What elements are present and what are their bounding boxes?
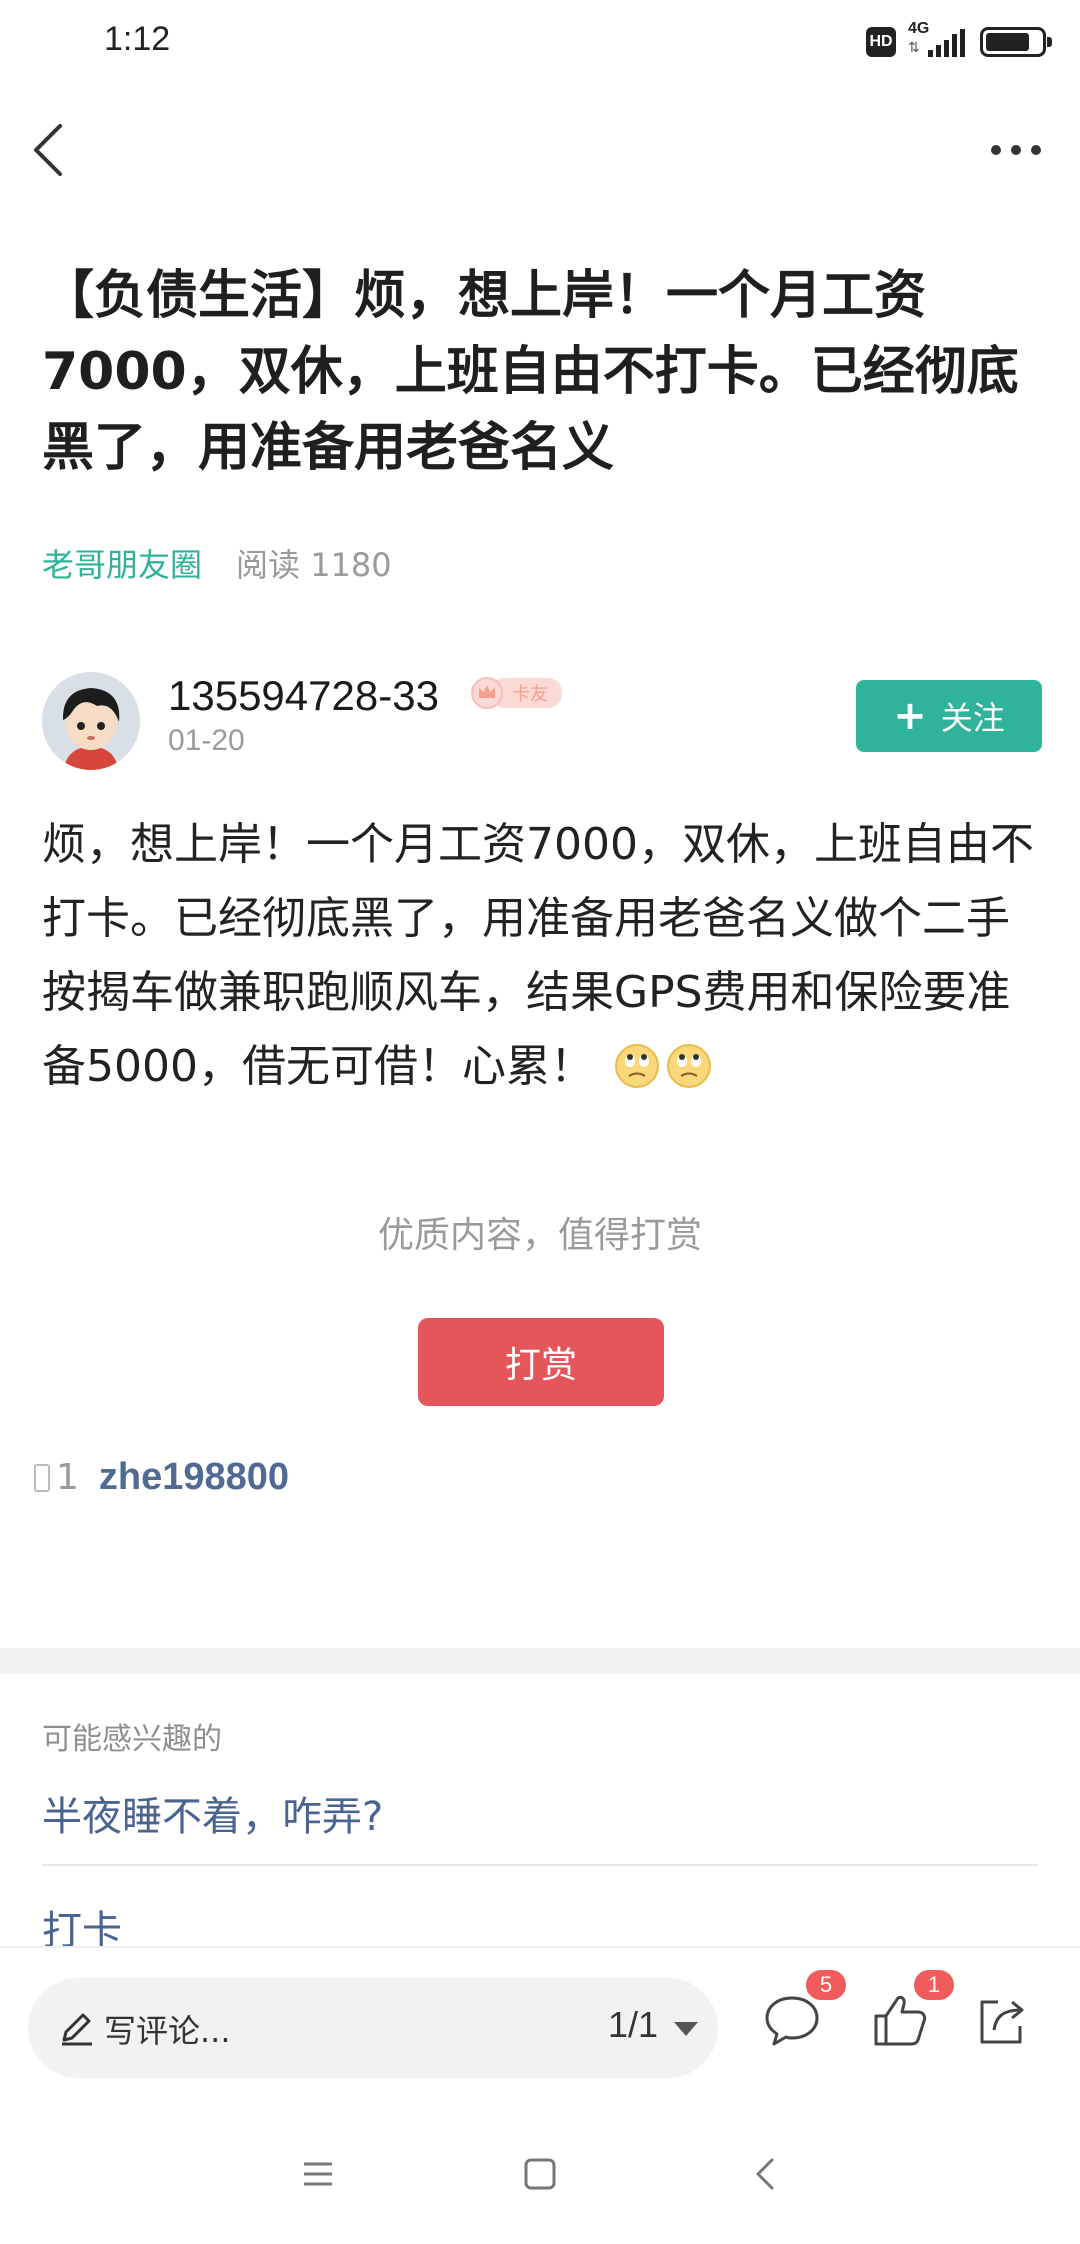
like-button[interactable]: 1	[870, 1970, 954, 2050]
related-item[interactable]: 半夜睡不着，咋弄?	[42, 1784, 1038, 1866]
comment-bubble-icon	[765, 1996, 819, 2046]
network-indicator: 4G ⇅	[908, 20, 968, 60]
reward-count: 1	[56, 1457, 79, 1498]
thumbs-up-icon	[874, 1995, 927, 2046]
status-bar: 1:12 HD 4G ⇅	[0, 0, 1080, 84]
avatar[interactable]	[42, 672, 140, 770]
status-time: 1:12	[104, 20, 171, 58]
related-title: 可能感兴趣的	[42, 1722, 222, 1757]
read-count: 阅读 1180	[236, 546, 392, 584]
share-button[interactable]	[972, 1990, 1032, 2050]
signal-icon	[928, 29, 965, 57]
like-count-badge: 1	[914, 1970, 954, 2000]
plus-icon: +	[893, 693, 927, 739]
data-arrows-icon: ⇅	[908, 40, 920, 56]
comment-input[interactable]: 写评论... 1/1	[28, 1978, 718, 2078]
home-icon[interactable]	[520, 2154, 560, 2194]
battery-icon	[980, 27, 1052, 57]
post-body-text: 烦，想上岸！一个月工资7000，双休，上班自由不打卡。已经彻底黑了，用准备用老爸…	[42, 819, 1034, 1092]
comment-placeholder: 写评论...	[104, 2012, 231, 2050]
reward-icon	[34, 1463, 50, 1492]
reward-hint: 优质内容，值得打赏	[377, 1215, 702, 1256]
bottom-action-bar: 写评论... 1/1 5 1	[0, 1946, 1080, 2110]
post-meta: 老哥朋友圈 阅读 1180	[42, 540, 392, 586]
follow-button[interactable]: + 关注	[856, 680, 1042, 752]
group-link[interactable]: 老哥朋友圈	[42, 540, 202, 586]
more-options-icon[interactable]	[988, 136, 1044, 164]
system-back-icon[interactable]	[746, 2154, 786, 2194]
reward-button[interactable]: 打赏	[418, 1318, 664, 1406]
follow-label: 关注	[940, 699, 1005, 737]
post-title: 【负债生活】烦，想上岸！一个月工资7000，双休，上班自由不打卡。已经彻底黑了，…	[42, 266, 1019, 478]
author-name[interactable]: 135594728-33	[168, 672, 439, 720]
section-divider	[0, 1648, 1080, 1674]
comment-button[interactable]: 5	[762, 1970, 846, 2050]
post-date: 01-20	[168, 724, 245, 757]
crown-icon	[471, 677, 503, 709]
member-badge: 卡友	[470, 677, 576, 709]
system-nav-bar	[0, 2110, 1080, 2244]
rolling-eyes-emoji-icon	[614, 1044, 659, 1088]
menu-icon[interactable]	[298, 2154, 338, 2194]
hd-icon: HD	[866, 27, 896, 57]
post-body: 烦，想上岸！一个月工资7000，双休，上班自由不打卡。已经彻底黑了，用准备用老爸…	[42, 808, 1042, 1104]
page-indicator[interactable]: 1/1	[608, 2004, 658, 2046]
pen-icon	[62, 2013, 92, 2046]
rewarder-name[interactable]: zhe198800	[99, 1456, 289, 1499]
rewarder-list: 1 zhe198800	[34, 1456, 289, 1499]
nav-bar	[0, 100, 1080, 200]
caret-down-icon[interactable]	[674, 2022, 698, 2036]
comment-count-badge: 5	[806, 1970, 846, 2000]
author-row: 135594728-33 卡友 01-20 + 关注	[42, 672, 1042, 772]
status-icons: HD 4G ⇅	[866, 20, 1052, 62]
back-arrow-icon[interactable]	[22, 118, 82, 182]
share-icon	[980, 2000, 1024, 2044]
rolling-eyes-emoji-icon	[666, 1044, 711, 1088]
reward-count-group: 1	[34, 1457, 79, 1498]
avatar-cartoon-icon	[42, 672, 140, 770]
